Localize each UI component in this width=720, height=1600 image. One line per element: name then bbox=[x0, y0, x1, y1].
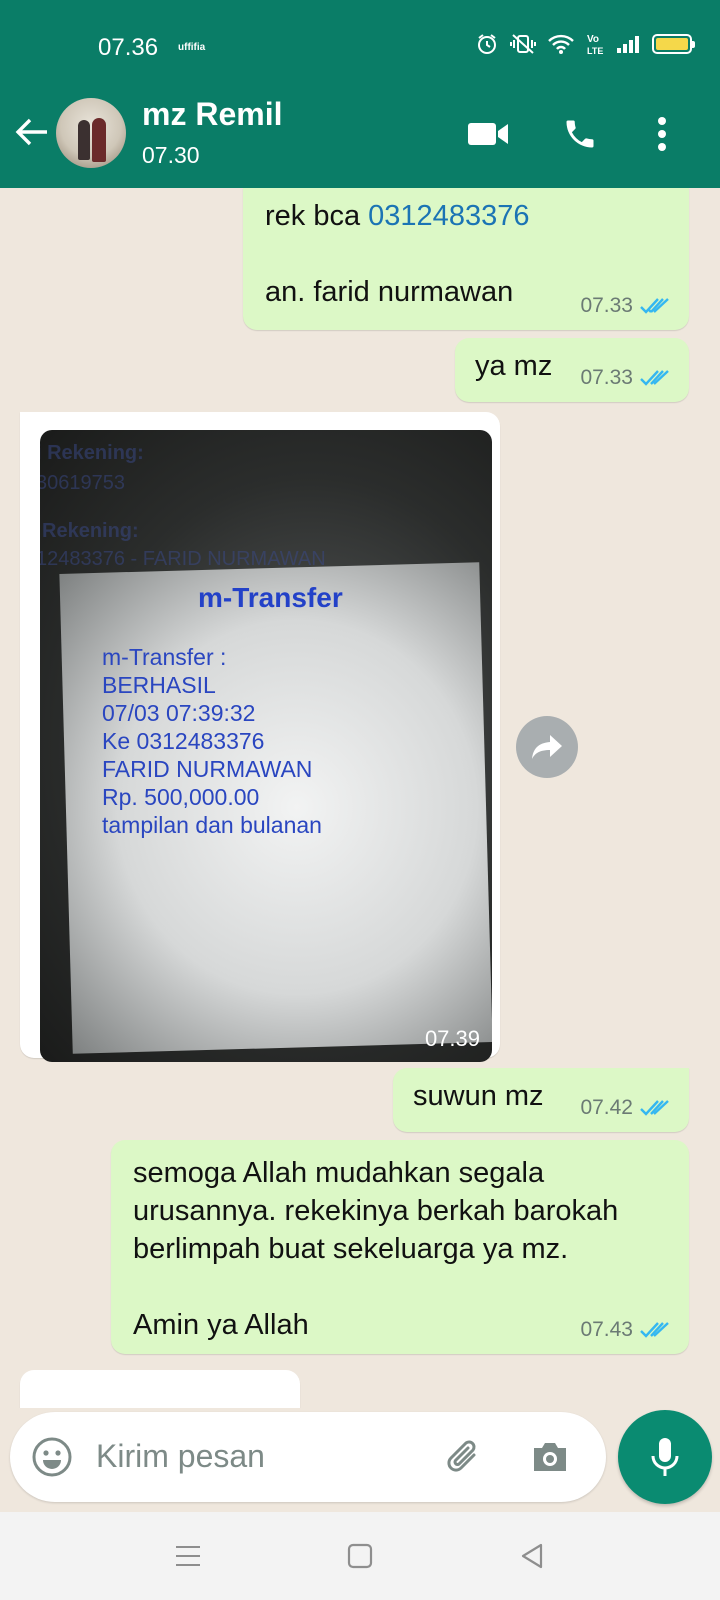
emoji-button[interactable] bbox=[30, 1435, 74, 1479]
message-text-line: Amin ya Allah bbox=[133, 1309, 309, 1341]
avatar-figure bbox=[78, 120, 90, 160]
avatar-figure bbox=[92, 118, 106, 162]
double-check-read-icon bbox=[640, 1322, 669, 1338]
vibrate-mute-icon bbox=[510, 34, 536, 54]
double-check-read-icon bbox=[640, 298, 669, 314]
nav-back-button[interactable] bbox=[510, 1534, 554, 1578]
receipt-line: Ke 0312483376 bbox=[102, 728, 265, 754]
receipt-line: BERHASIL bbox=[102, 672, 216, 698]
message-time: 07.39 bbox=[424, 1026, 480, 1051]
receipt-title: m-Transfer bbox=[198, 582, 343, 613]
transfer-receipt-photo[interactable]: i Rekening: 30619753 Rekening: 12483376 … bbox=[40, 430, 492, 1062]
forward-button[interactable] bbox=[516, 716, 578, 778]
camera-icon bbox=[534, 1443, 566, 1471]
message-time: 07.43 bbox=[580, 1318, 633, 1341]
volte-icon: VoLTE bbox=[587, 34, 603, 56]
message-text: ya mz bbox=[475, 350, 553, 382]
mic-icon bbox=[651, 1438, 679, 1476]
wifi-icon bbox=[548, 34, 574, 54]
home-button[interactable] bbox=[338, 1534, 382, 1578]
recents-button[interactable] bbox=[166, 1534, 210, 1578]
top-bar: 07.36 uffifia Vo LTE mz Remil 07.30 bbox=[0, 0, 720, 188]
message-time: 07.33 bbox=[580, 366, 633, 389]
signal-icon bbox=[617, 36, 639, 53]
home-icon bbox=[347, 1543, 373, 1569]
svg-text:LTE: LTE bbox=[587, 46, 603, 56]
video-call-icon bbox=[468, 123, 508, 145]
message-text: rek bca 0312483376 bbox=[265, 200, 529, 233]
camera-button[interactable] bbox=[528, 1435, 572, 1479]
message-meta: 07.43 bbox=[580, 1318, 671, 1342]
back-arrow-icon bbox=[15, 118, 47, 146]
contact-name[interactable]: mz Remil bbox=[142, 96, 282, 133]
video-call-button[interactable] bbox=[466, 112, 510, 156]
photo-text: Rekening: bbox=[42, 520, 139, 542]
message-meta: 07.33 bbox=[580, 366, 671, 390]
message-bubble-outgoing[interactable]: semoga Allah mudahkan segala urusannya. … bbox=[111, 1140, 689, 1354]
message-meta: 07.33 bbox=[580, 294, 671, 318]
recents-icon bbox=[176, 1546, 200, 1566]
double-check-read-icon bbox=[640, 370, 669, 386]
message-bubble-outgoing[interactable]: suwun mz 07.42 bbox=[393, 1068, 689, 1132]
voice-record-button[interactable] bbox=[618, 1410, 712, 1504]
message-time: 07.42 bbox=[580, 1096, 633, 1119]
status-time: 07.36 bbox=[98, 34, 159, 61]
more-vert-icon bbox=[658, 117, 666, 151]
attach-icon bbox=[447, 1440, 476, 1472]
receipt-line: tampilan dan bulanan bbox=[102, 812, 322, 838]
attach-button[interactable] bbox=[442, 1435, 486, 1479]
receipt-line: 07/03 07:39:32 bbox=[102, 700, 256, 726]
photo-text: i Rekening: bbox=[40, 442, 144, 464]
message-bubble-incoming-partial[interactable] bbox=[20, 1370, 300, 1408]
message-text: suwun mz bbox=[413, 1080, 544, 1112]
back-icon bbox=[521, 1543, 543, 1569]
voice-call-button[interactable] bbox=[558, 112, 602, 156]
voice-call-icon bbox=[566, 120, 594, 148]
forward-icon bbox=[532, 735, 562, 759]
emoji-icon bbox=[32, 1437, 72, 1477]
message-text-line: urusannya. rekekinya berkah barokah bbox=[133, 1195, 619, 1227]
message-text-line2: an. farid nurmawan bbox=[265, 276, 514, 308]
receipt-line: FARID NURMAWAN bbox=[102, 756, 313, 782]
status-icons: Vo LTE bbox=[476, 32, 695, 56]
battery-icon bbox=[652, 34, 695, 54]
more-options-button[interactable] bbox=[642, 112, 682, 156]
message-text-line: semoga Allah mudahkan segala bbox=[133, 1157, 545, 1189]
alarm-icon bbox=[478, 34, 496, 54]
message-text-line: berlimpah buat sekeluarga ya mz. bbox=[133, 1233, 569, 1265]
system-nav-bar bbox=[0, 1512, 720, 1600]
message-bubble-outgoing[interactable]: ya mz 07.33 bbox=[455, 338, 689, 402]
last-seen: 07.30 bbox=[142, 142, 200, 168]
message-text-prefix: rek bca bbox=[265, 200, 369, 232]
message-input[interactable]: Kirim pesan bbox=[96, 1438, 265, 1475]
message-bubble-outgoing[interactable]: rek bca 0312483376 an. farid nurmawan 07… bbox=[243, 188, 689, 330]
receipt-line: m-Transfer : bbox=[102, 644, 227, 670]
message-composer[interactable]: Kirim pesan bbox=[10, 1412, 606, 1502]
message-time: 07.33 bbox=[580, 294, 633, 317]
photo-text: 30619753 bbox=[40, 472, 125, 494]
status-carrier: uffifia bbox=[178, 42, 206, 53]
message-meta: 07.42 bbox=[580, 1096, 671, 1120]
receipt-line: Rp. 500,000.00 bbox=[102, 784, 260, 810]
back-button[interactable] bbox=[12, 112, 52, 152]
svg-text:Vo: Vo bbox=[587, 34, 599, 45]
avatar[interactable] bbox=[56, 98, 126, 168]
double-check-read-icon bbox=[640, 1100, 669, 1116]
account-number-link[interactable]: 0312483376 bbox=[368, 200, 529, 232]
